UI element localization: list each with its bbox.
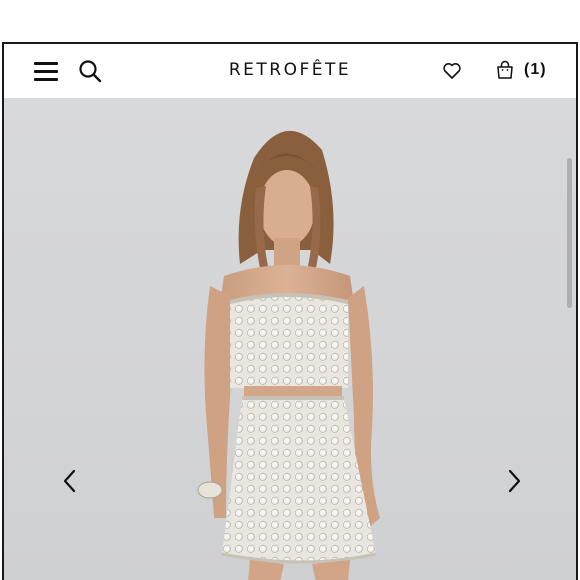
browser-frame: RETROFÊTE (1) xyxy=(2,42,578,580)
scrollbar-thumb[interactable] xyxy=(567,158,572,308)
chevron-left-icon[interactable] xyxy=(60,468,80,494)
site-header: RETROFÊTE (1) xyxy=(4,44,576,98)
heart-icon[interactable] xyxy=(442,61,462,81)
cart-count[interactable]: (1) xyxy=(524,61,547,79)
chevron-right-icon[interactable] xyxy=(504,468,524,494)
product-photo-illustration xyxy=(197,130,380,580)
brand-logo[interactable]: RETROFÊTE xyxy=(4,60,576,80)
product-image xyxy=(4,98,576,580)
shopping-bag-icon[interactable] xyxy=(496,60,514,80)
